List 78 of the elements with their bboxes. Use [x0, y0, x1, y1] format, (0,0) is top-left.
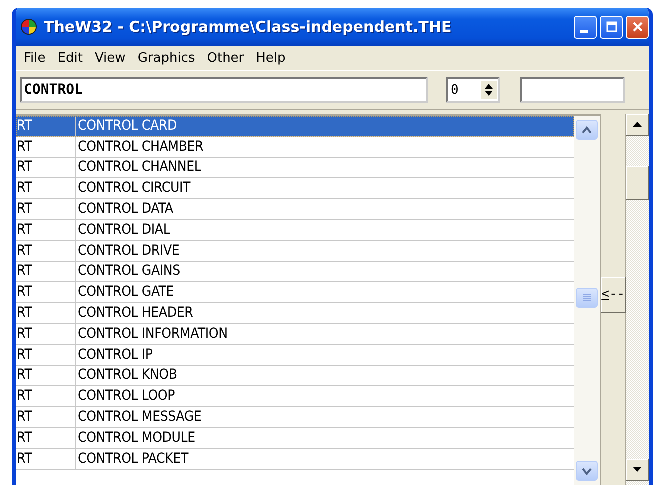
list-row[interactable]: RT CONTROL GAINS: [16, 262, 574, 282]
row-term: CONTROL MODULE: [77, 430, 196, 446]
scroll-thumb[interactable]: [626, 166, 649, 200]
list-row[interactable]: RT CONTROL CARD: [16, 116, 574, 137]
list-row[interactable]: RT CONTROL MODULE: [16, 428, 574, 449]
scroll-down-icon: [581, 466, 594, 476]
list-row[interactable]: RT CONTROL CHANNEL: [16, 158, 574, 178]
row-code: RT: [16, 220, 76, 240]
spin-arrows-icon: [481, 81, 497, 99]
list-scrollbar[interactable]: [574, 116, 600, 485]
row-term: CONTROL CARD: [77, 118, 177, 134]
text-field[interactable]: [520, 77, 625, 103]
row-code: RT: [16, 386, 76, 406]
maximize-button[interactable]: [600, 16, 623, 38]
close-button[interactable]: [626, 16, 649, 38]
minimize-button[interactable]: [574, 16, 597, 38]
row-term: CONTROL DIAL: [77, 222, 170, 238]
list-row[interactable]: RT CONTROL CIRCUIT: [16, 178, 574, 200]
spin-field[interactable]: 0: [446, 77, 500, 103]
list-row[interactable]: RT CONTROL GATE: [16, 282, 574, 304]
row-code: RT: [16, 366, 76, 386]
scroll-up-icon: [633, 122, 642, 128]
menu-item[interactable]: Other: [201, 50, 250, 66]
row-term: CONTROL PACKET: [77, 450, 188, 467]
menu-item[interactable]: Help: [250, 50, 292, 66]
row-code: RT: [16, 448, 76, 469]
scroll-thumb-icon: [582, 293, 592, 303]
row-code: RT: [16, 136, 76, 157]
list-row[interactable]: RT CONTROL IP: [16, 344, 574, 366]
row-term: CONTROL GATE: [77, 284, 174, 300]
row-term: CONTROL KNOB: [77, 367, 178, 384]
row-code: RT: [16, 240, 76, 261]
row-term: CONTROL LOOP: [77, 388, 176, 404]
menu-item[interactable]: Edit: [52, 50, 89, 66]
row-term: CONTROL INFORMATION: [77, 326, 228, 342]
menu-item[interactable]: Graphics: [132, 50, 202, 66]
list-row[interactable]: RT CONTROL DATA: [16, 199, 574, 220]
list-row[interactable]: RT CONTROL INFORMATION: [16, 324, 574, 345]
row-code: RT: [16, 158, 76, 178]
row-code: RT: [16, 407, 76, 427]
list-row[interactable]: RT CONTROL KNOB: [16, 366, 574, 386]
maximize-icon: [606, 21, 618, 33]
list-row[interactable]: RT CONTROL DIAL: [16, 220, 574, 241]
list-row[interactable]: RT CONTROL MESSAGE: [16, 407, 574, 428]
window-title: TheW32 - C:\Programme\Class-independent.THE: [44, 18, 453, 36]
list-row[interactable]: RT CONTROL DRIVE: [16, 240, 574, 262]
row-code: RT: [16, 178, 76, 198]
row-code: RT: [16, 116, 76, 136]
scroll-up-icon: [581, 125, 594, 135]
row-code: RT: [16, 303, 76, 323]
app-icon: [20, 18, 38, 36]
scroll-down-icon: [633, 467, 642, 473]
row-code: RT: [16, 428, 76, 448]
row-term: CONTROL CIRCUIT: [77, 180, 190, 196]
back-button[interactable]: <--: [600, 276, 626, 312]
row-term: CONTROL DATA: [77, 201, 174, 218]
minimize-icon: [580, 30, 588, 33]
row-term: CONTROL GAINS: [77, 263, 180, 280]
row-term: CONTROL CHANNEL: [77, 159, 202, 176]
row-code: RT: [16, 324, 76, 344]
list-row[interactable]: RT CONTROL LOOP: [16, 386, 574, 408]
list-row[interactable]: RT CONTROL CHAMBER: [16, 136, 574, 158]
row-term: CONTROL CHAMBER: [77, 138, 204, 155]
row-term: CONTROL IP: [77, 346, 153, 363]
row-code: RT: [16, 282, 76, 302]
classic-scrollbar[interactable]: [626, 114, 649, 485]
menu-item[interactable]: File: [18, 50, 52, 66]
list-row[interactable]: RT CONTROL HEADER: [16, 303, 574, 324]
row-term: CONTROL MESSAGE: [77, 409, 202, 426]
row-code: RT: [16, 344, 76, 365]
search-field[interactable]: CONTROL: [20, 77, 428, 103]
list-row[interactable]: RT CONTROL PACKET: [16, 448, 574, 470]
row-term: CONTROL HEADER: [77, 305, 194, 322]
close-icon: [632, 21, 644, 33]
menu-item[interactable]: View: [88, 50, 132, 66]
row-code: RT: [16, 199, 76, 219]
row-code: RT: [16, 262, 76, 282]
row-term: CONTROL DRIVE: [77, 242, 180, 259]
